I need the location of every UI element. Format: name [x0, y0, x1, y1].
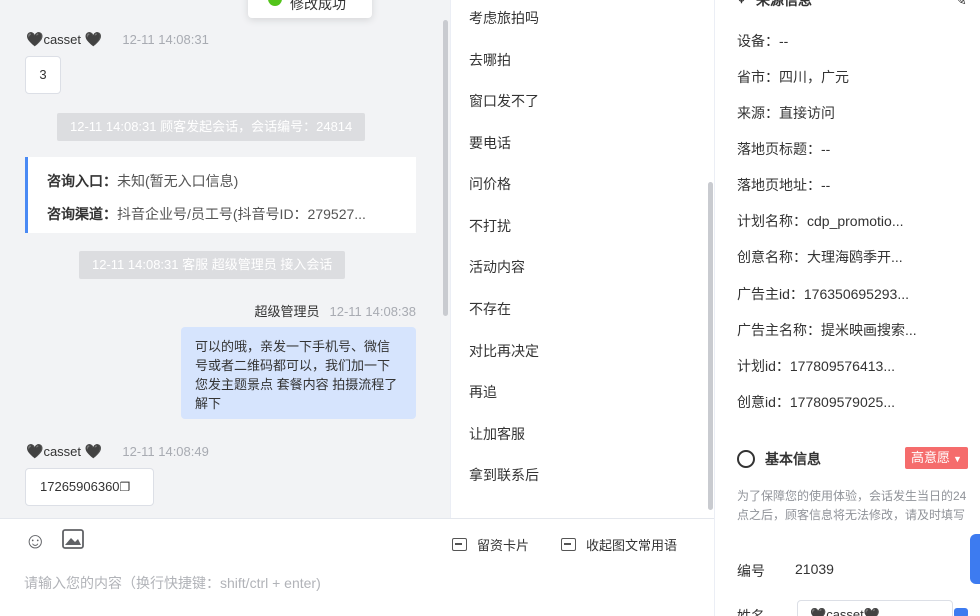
quick-reply-item[interactable]: 去哪拍: [469, 50, 511, 70]
channel-label: 咨询渠道：: [47, 206, 117, 222]
intent-dropdown[interactable]: 高意愿 ▼: [905, 447, 968, 469]
edit-icon[interactable]: ✎: [955, 0, 967, 9]
customer-id-value: 21039: [795, 561, 834, 577]
message-sender: 🖤 casset 🖤 12-11 14:08:31: [26, 31, 209, 48]
sender-name: casset: [43, 32, 82, 47]
emoji-icon[interactable]: ☺: [24, 530, 46, 552]
basic-info-title: 基本信息: [765, 451, 821, 467]
intent-label: 高意愿: [911, 450, 951, 465]
quick-replies-panel: 考虑旅拍吗 去哪拍 窗口发不了 要电话 问价格 不打扰 活动内容 不存在 对比再…: [450, 0, 714, 518]
customer-name-value: casset: [826, 607, 864, 616]
collapse-phrases-button[interactable]: 收起图文常用语: [561, 535, 677, 554]
message-input[interactable]: 请输入您的内容（换行快捷键：shift/ctrl + enter): [24, 573, 321, 593]
heart-icon: 🖤: [26, 443, 44, 459]
customer-info-panel: ⌖ 来源信息 ✎ 设备：-- 省市：四川，广元 来源：直接访问 落地页标题：--…: [714, 0, 980, 616]
info-row-plan-name: 计划名称：cdp_promotio...: [737, 213, 904, 229]
info-row-device: 设备：--: [737, 33, 789, 49]
agent-message-bubble: 可以的哦，亲发一下手机号、微信号或者二维码都可以，我们加一下您发主题景点 套餐内…: [181, 327, 416, 419]
heart-icon: 🖤: [810, 607, 827, 616]
location-icon: ⌖: [737, 0, 746, 9]
card-icon: [452, 538, 467, 551]
system-message: 12-11 14:08:31 顾客发起会话，会话编号：24814: [57, 113, 366, 141]
sender-name: casset: [43, 444, 82, 459]
message-sender: 🖤 casset 🖤 12-11 14:08:49: [26, 443, 209, 460]
info-row-region: 省市：四川，广元: [737, 69, 849, 85]
copy-icon[interactable]: [954, 608, 968, 616]
info-row-advertiser-id: 广告主id：176350695293...: [737, 286, 909, 302]
entry-info-card: 咨询入口：未知(暂无入口信息) 咨询渠道：抖音企业号/员工号(抖音号ID：279…: [25, 157, 416, 233]
entry-value: 未知(暂无入口信息): [117, 173, 239, 189]
caret-down-icon: ▼: [953, 454, 962, 464]
basic-info-header: 基本信息: [737, 449, 821, 469]
lead-card-label: 留资卡片: [477, 538, 530, 553]
customer-id-label: 编号: [737, 563, 765, 579]
quick-reply-item[interactable]: 让加客服: [469, 424, 525, 444]
entry-label: 咨询入口：: [47, 173, 117, 189]
quick-reply-item[interactable]: 考虑旅拍吗: [469, 8, 539, 28]
quick-reply-item[interactable]: 问价格: [469, 174, 511, 194]
message-text: 可以的哦，亲发一下手机号、微信号或者二维码都可以，我们加一下您发主题景点 套餐内…: [195, 339, 398, 411]
message-icon: [561, 538, 576, 551]
info-row-creative-id: 创意id：177809579025...: [737, 394, 895, 410]
info-row-plan-id: 计划id：177809576413...: [737, 358, 895, 374]
info-row-creative-name: 创意名称：大理海鸥季开...: [737, 249, 903, 265]
message-time: 12-11 14:08:38: [329, 304, 417, 319]
quick-reply-item[interactable]: 不存在: [469, 299, 511, 319]
customer-message-bubble: 3: [25, 56, 61, 94]
agent-sender: 超级管理员 12-11 14:08:38: [254, 301, 416, 320]
info-row-source: 来源：直接访问: [737, 105, 835, 121]
info-row-landing-title: 落地页标题：--: [737, 141, 831, 157]
image-icon[interactable]: [62, 529, 84, 553]
success-toast: 修改成功: [248, 0, 372, 18]
success-icon: [268, 0, 282, 6]
info-row-landing-url: 落地页地址：--: [737, 177, 831, 193]
info-row-advertiser-name: 广告主名称：提米映画搜索...: [737, 322, 917, 338]
message-text: 17265906360: [40, 479, 120, 494]
heart-icon: 🖤: [81, 31, 103, 47]
heart-icon: 🖤: [863, 607, 880, 616]
heart-icon: 🖤: [81, 443, 103, 459]
quick-reply-item[interactable]: 活动内容: [469, 257, 525, 277]
quick-reply-item[interactable]: 拿到联系后: [469, 465, 539, 485]
quick-reply-item[interactable]: 要电话: [469, 133, 511, 153]
user-icon: [737, 450, 755, 468]
message-time: 12-11 14:08:31: [122, 32, 209, 47]
quick-reply-item[interactable]: 不打扰: [469, 216, 511, 236]
chat-scrollbar[interactable]: [443, 20, 448, 316]
toast-text: 修改成功: [290, 0, 346, 12]
source-info-header: ⌖ 来源信息: [737, 0, 812, 10]
chat-panel: 修改成功 🖤 casset 🖤 12-11 14:08:31 3 12-11 1…: [0, 0, 450, 518]
quick-replies-scrollbar[interactable]: [708, 182, 713, 510]
message-time: 12-11 14:08:49: [122, 444, 209, 459]
customer-name-label: 姓名: [737, 608, 765, 616]
side-expand-button[interactable]: [970, 534, 980, 584]
message-text: 3: [39, 67, 47, 82]
quick-reply-item[interactable]: 对比再决定: [469, 341, 539, 361]
quick-reply-item[interactable]: 窗口发不了: [469, 91, 539, 111]
source-info-title: 来源信息: [756, 0, 813, 8]
system-message: 12-11 14:08:31 客服 超级管理员 接入会话: [79, 251, 346, 279]
collapse-phrases-label: 收起图文常用语: [586, 538, 678, 553]
lead-card-button[interactable]: 留资卡片: [452, 535, 529, 554]
heart-icon: 🖤: [26, 31, 44, 47]
channel-value: 抖音企业号/员工号(抖音号ID：279527...: [117, 206, 366, 222]
input-area: ☺ 留资卡片 收起图文常用语 请输入您的内容（换行快捷键：shift/ctrl …: [0, 518, 714, 616]
edit-notice: 为了保障您的使用体验，会话发生当日的24点之后，顾客信息将无法修改，请及时填写: [737, 489, 967, 522]
quick-reply-item[interactable]: 再追: [469, 382, 497, 402]
customer-name-field[interactable]: 🖤casset🖤: [797, 600, 953, 616]
copy-icon[interactable]: ❐: [120, 480, 131, 494]
agent-name: 超级管理员: [254, 304, 320, 319]
customer-message-bubble: 17265906360❐: [25, 468, 154, 506]
